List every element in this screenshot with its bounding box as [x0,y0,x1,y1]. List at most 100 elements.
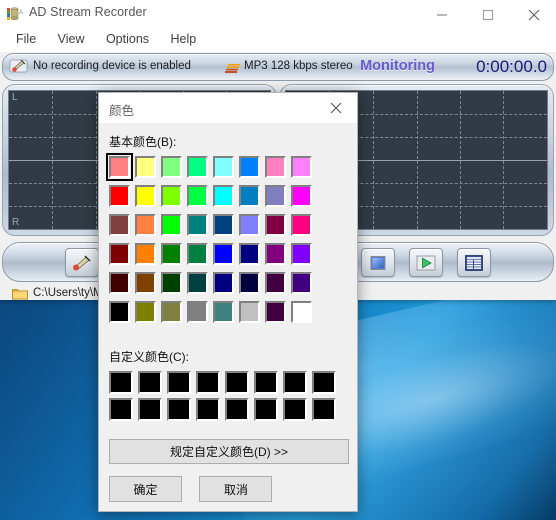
basic-color-swatch[interactable] [109,185,135,214]
menu-item-view[interactable]: View [50,30,94,48]
swatch-frame [161,156,182,178]
basic-colors-label: 基本颜色(B): [109,135,177,149]
swatch-fill [137,187,154,205]
basic-color-swatch[interactable] [135,156,161,185]
basic-color-swatch[interactable] [109,272,135,301]
swatch-fill [267,187,284,205]
swatch-frame [312,398,336,421]
stop-button[interactable] [361,248,395,277]
basic-color-swatch[interactable] [239,243,265,272]
basic-color-swatch[interactable] [213,243,239,272]
basic-color-swatch[interactable] [109,301,135,330]
close-icon[interactable] [315,93,357,123]
cancel-button[interactable]: 取消 [199,476,273,502]
basic-color-swatch[interactable] [135,272,161,301]
basic-color-swatch[interactable] [187,243,213,272]
basic-color-swatch[interactable] [187,214,213,243]
custom-color-swatch[interactable] [283,398,312,425]
swatch-fill [111,373,131,392]
menu-item-file[interactable]: File [8,30,45,48]
swatch-frame [291,243,312,265]
basic-color-swatch[interactable] [161,301,187,330]
menu-item-options[interactable]: Options [98,30,158,48]
basic-color-swatch[interactable] [291,301,317,330]
basic-color-swatch[interactable] [265,156,291,185]
custom-color-swatch[interactable] [196,398,225,425]
basic-color-swatch[interactable] [161,214,187,243]
custom-color-swatch[interactable] [254,371,283,398]
basic-color-swatch[interactable] [291,185,317,214]
basic-color-swatch[interactable] [187,301,213,330]
custom-color-swatch[interactable] [312,398,341,425]
define-custom-colors-button[interactable]: 规定自定义颜色(D) >> [109,439,349,464]
basic-color-swatch[interactable] [109,214,135,243]
basic-color-swatch[interactable] [291,214,317,243]
basic-color-swatch[interactable] [187,185,213,214]
swatch-fill [189,158,206,176]
custom-color-swatch[interactable] [225,371,254,398]
custom-color-swatch[interactable] [167,371,196,398]
swatch-fill [163,245,180,263]
basic-color-swatch[interactable] [265,185,291,214]
maximize-button[interactable] [466,0,510,29]
basic-color-swatch[interactable] [239,301,265,330]
custom-color-swatch[interactable] [109,398,138,425]
ok-button[interactable]: 确定 [109,476,182,502]
basic-color-swatch[interactable] [213,301,239,330]
basic-color-swatch[interactable] [135,301,161,330]
basic-color-swatch[interactable] [239,156,265,185]
basic-color-swatch[interactable] [187,156,213,185]
basic-color-swatch[interactable] [135,214,161,243]
basic-color-swatch[interactable] [239,272,265,301]
basic-color-swatch[interactable] [135,243,161,272]
basic-color-swatch[interactable] [265,243,291,272]
status-message: No recording device is enabled [33,60,191,72]
swatch-frame [225,398,249,421]
basic-color-swatch[interactable] [135,185,161,214]
basic-color-swatch[interactable] [213,214,239,243]
minimize-button[interactable] [420,0,464,29]
basic-color-swatch[interactable] [239,214,265,243]
basic-color-swatch[interactable] [213,272,239,301]
custom-color-swatch[interactable] [312,371,341,398]
menu-item-help[interactable]: Help [162,30,205,48]
basic-color-swatch[interactable] [161,243,187,272]
swatch-frame [213,272,234,294]
custom-color-swatch[interactable] [138,398,167,425]
record-button[interactable] [65,248,99,277]
basic-color-swatch[interactable] [291,156,317,185]
basic-color-swatch[interactable] [109,243,135,272]
basic-color-swatch[interactable] [265,214,291,243]
basic-color-swatch[interactable] [291,243,317,272]
swatch-frame [291,214,312,236]
custom-color-swatch[interactable] [283,371,312,398]
basic-color-swatch[interactable] [106,153,135,185]
basic-color-swatch[interactable] [265,272,291,301]
swatch-fill [137,274,154,292]
basic-color-swatch[interactable] [187,272,213,301]
swatch-frame [283,371,307,394]
basic-color-swatch[interactable] [265,301,291,330]
custom-color-swatch[interactable] [138,371,167,398]
basic-color-swatch[interactable] [239,185,265,214]
basic-color-swatch[interactable] [213,156,239,185]
swatch-fill [314,373,334,392]
custom-color-swatch[interactable] [254,398,283,425]
swatch-frame [265,156,286,178]
close-icon[interactable] [512,0,556,29]
dialog-title-bar: 颜色 [99,93,357,123]
basic-color-swatch[interactable] [291,272,317,301]
list-table-button[interactable] [457,248,491,277]
play-button[interactable] [409,248,443,277]
basic-color-swatch[interactable] [161,156,187,185]
basic-colors-grid [106,153,347,330]
custom-color-swatch[interactable] [196,371,225,398]
basic-color-swatch[interactable] [213,185,239,214]
custom-color-swatch[interactable] [225,398,254,425]
basic-color-swatch[interactable] [161,185,187,214]
swatch-fill [285,400,305,419]
status-bar: No recording device is enabled MP3 128 k… [2,53,554,81]
basic-color-swatch[interactable] [161,272,187,301]
custom-color-swatch[interactable] [167,398,196,425]
custom-color-swatch[interactable] [109,371,138,398]
